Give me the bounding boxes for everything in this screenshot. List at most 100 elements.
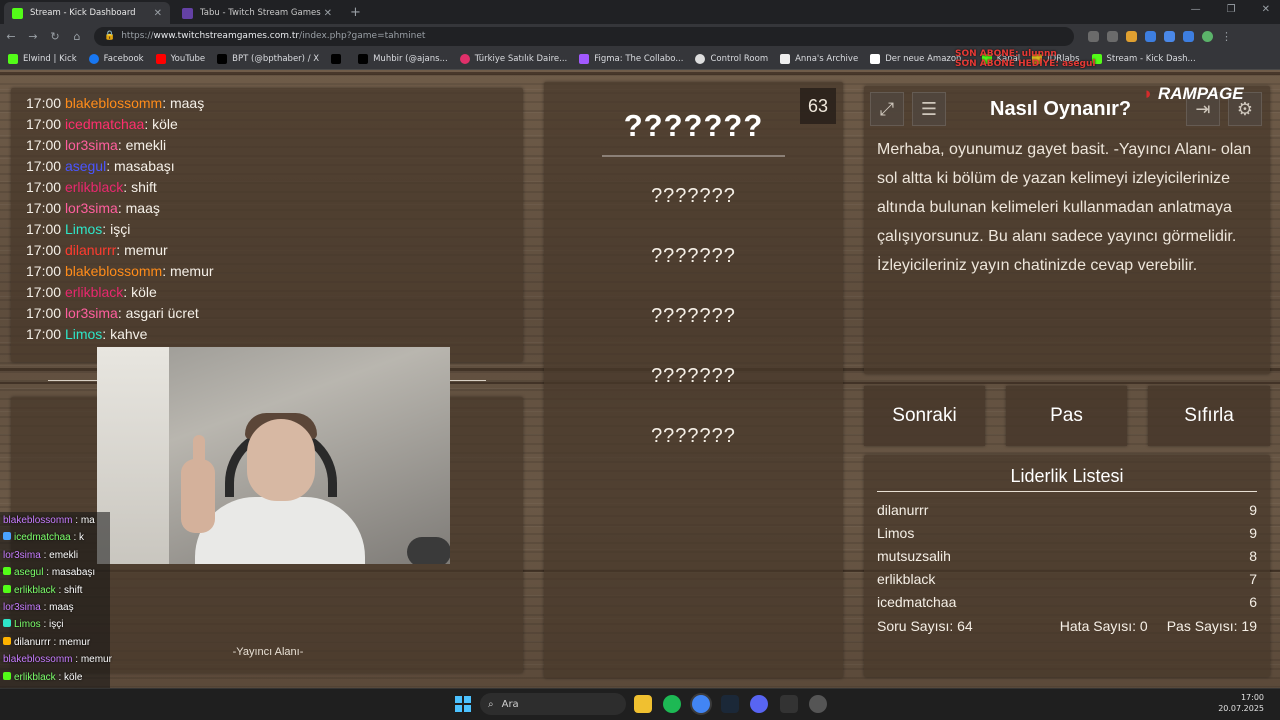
bookmark-item[interactable] [331, 53, 346, 64]
chat-time: 17:00 [26, 116, 62, 132]
chat-text: maaş [125, 200, 160, 216]
bookmark-item[interactable]: Elwind | Kick [8, 53, 77, 64]
bookmark-item[interactable]: Control Room [695, 53, 769, 64]
overlay-chat-message: blakeblossomm : ma [0, 512, 110, 530]
rampage-logo-text: RAMPAGE [1158, 84, 1244, 103]
steam-icon[interactable] [721, 695, 739, 713]
player-name: mutsuzsalih [877, 548, 951, 564]
chat-username: blakeblossomm [3, 654, 73, 666]
clock-date: 20.07.2025 [1218, 704, 1264, 713]
close-window-icon[interactable]: ✕ [1262, 4, 1270, 15]
url-domain: www.twitchstreamgames.com.tr [153, 31, 300, 41]
chrome-icon[interactable] [692, 695, 710, 713]
address-bar-row: ← → ↻ ⌂ 🔒 https://www.twitchstreamgames.… [0, 24, 1280, 48]
chat-message: 17:00 erlikblack: köle [26, 284, 157, 300]
star-icon[interactable] [1107, 30, 1118, 42]
chat-text: emekli [125, 137, 167, 153]
pass-button[interactable]: Pas [1006, 386, 1127, 446]
bookmark-item[interactable]: Stream - Kick Dash... [1091, 53, 1196, 64]
chat-username: Limos [14, 619, 41, 631]
pass-count: Pas Sayısı: 19 [1166, 618, 1257, 634]
rules-icon[interactable]: ☰ [912, 92, 946, 126]
chat-message: 17:00 lor3sima: maaş [26, 200, 160, 216]
search-icon: ⌕ [488, 698, 494, 710]
chat-text: memur [80, 654, 112, 666]
chat-message: 17:00 icedmatchaa: köle [26, 116, 178, 132]
chat-text: memur [124, 242, 168, 258]
close-tab-icon[interactable]: ✕ [324, 8, 332, 19]
chat-username: erlikblack [64, 179, 124, 195]
profile-avatar[interactable] [1202, 30, 1213, 42]
streamer-finger [193, 435, 205, 469]
windows-start-icon[interactable] [455, 696, 471, 712]
chat-username: Limos [64, 221, 103, 237]
chat-badge-icon [3, 619, 11, 628]
streamer-body [195, 497, 365, 564]
chat-badge-icon [3, 532, 11, 541]
sidebar-icon[interactable] [1183, 30, 1194, 42]
amazon-icon [870, 53, 881, 64]
app-icon[interactable] [809, 695, 827, 713]
bookmark-label: Control Room [710, 53, 769, 64]
bookmark-item[interactable]: Türkiye Satılık Daire... [459, 53, 567, 64]
streamer-face [247, 419, 315, 501]
chat-badge-icon [3, 584, 11, 593]
chat-text: asgari ücret [125, 305, 199, 321]
extension-icon[interactable] [1126, 30, 1137, 42]
bookmark-item[interactable]: Anna's Archive [780, 53, 858, 64]
overlay-chat-message: lor3sima : emekli [0, 546, 110, 565]
discord-icon[interactable] [750, 695, 768, 713]
reset-button[interactable]: Sıfırla [1148, 386, 1270, 446]
leaderboard-row: erlikblack 7 [877, 571, 1257, 594]
bookmark-label: Elwind | Kick [23, 53, 77, 64]
chat-text: memur [169, 263, 214, 279]
chat-badge-icon [3, 567, 11, 576]
close-tab-icon[interactable]: ✕ [154, 8, 162, 19]
bookmark-item[interactable]: BPT (@bpthaber) / X [217, 53, 320, 64]
bookmark-item[interactable]: Muhbir (@ajans... [358, 53, 448, 64]
chat-panel: 17:00 blakeblossomm: maaş 17:00 icedmatch… [11, 88, 523, 362]
chat-time: 17:00 [26, 263, 62, 279]
home-icon[interactable]: ⌂ [66, 30, 88, 43]
url-input[interactable]: 🔒 https://www.twitchstreamgames.com.tr/i… [94, 26, 1074, 46]
forward-icon[interactable]: → [22, 30, 44, 43]
bookmark-item[interactable]: Figma: The Collabo... [579, 53, 683, 64]
chat-time: 17:00 [26, 305, 62, 321]
taskbar-search[interactable]: ⌕ Ara [480, 693, 626, 715]
chat-text: shift [131, 179, 157, 195]
taboo-word-4: ??????? [651, 365, 736, 387]
system-clock[interactable]: 17:00 20.07.2025 [1218, 692, 1264, 714]
tab-kick-dashboard[interactable]: Stream - Kick Dashboard ✕ [4, 2, 170, 24]
new-tab-icon[interactable]: + [350, 5, 361, 20]
bookmark-label: BPT (@bpthaber) / X [232, 53, 320, 64]
bookmark-item[interactable]: Facebook [88, 53, 144, 64]
puzzle-icon[interactable] [1164, 30, 1175, 42]
minimize-icon[interactable]: — [1191, 4, 1201, 15]
menu-icon[interactable]: ⋮ [1221, 30, 1232, 43]
spotify-icon[interactable] [663, 695, 681, 713]
bookmark-item[interactable]: YouTube [155, 53, 206, 64]
maximize-icon[interactable]: ❐ [1227, 4, 1236, 15]
share-icon[interactable] [1088, 30, 1099, 42]
epic-games-icon[interactable] [780, 695, 798, 713]
search-placeholder: Ara [501, 698, 519, 710]
chat-text: işçi [49, 619, 64, 631]
file-explorer-icon[interactable] [634, 695, 652, 713]
divider-line [48, 380, 98, 381]
browser-tab-strip: Stream - Kick Dashboard ✕ Tabu - Twitch … [0, 0, 1280, 24]
extension-icon[interactable] [1145, 30, 1156, 42]
overlay-chat-message: lor3sima : maaş [0, 598, 110, 617]
chat-message: 17:00 lor3sima: asgari ücret [26, 305, 199, 321]
overlay-chat-message: blakeblossomm : memur [0, 651, 112, 669]
bookmark-label: YouTube [170, 53, 206, 64]
back-icon[interactable]: ← [0, 30, 22, 43]
fullscreen-icon[interactable]: ⤢ [870, 92, 904, 126]
how-to-play-text: Merhaba, oyunumuz gayet basit. -Yayıncı … [877, 141, 1252, 274]
word-divider [602, 155, 785, 157]
next-button[interactable]: Sonraki [864, 386, 985, 446]
reload-icon[interactable]: ↻ [44, 30, 66, 43]
chat-username: asegul [64, 158, 107, 174]
tab-tabu-game[interactable]: Tabu - Twitch Stream Games ✕ [174, 2, 340, 24]
chat-text: köle [152, 116, 178, 132]
window-controls: — ❐ ✕ [1191, 4, 1270, 15]
